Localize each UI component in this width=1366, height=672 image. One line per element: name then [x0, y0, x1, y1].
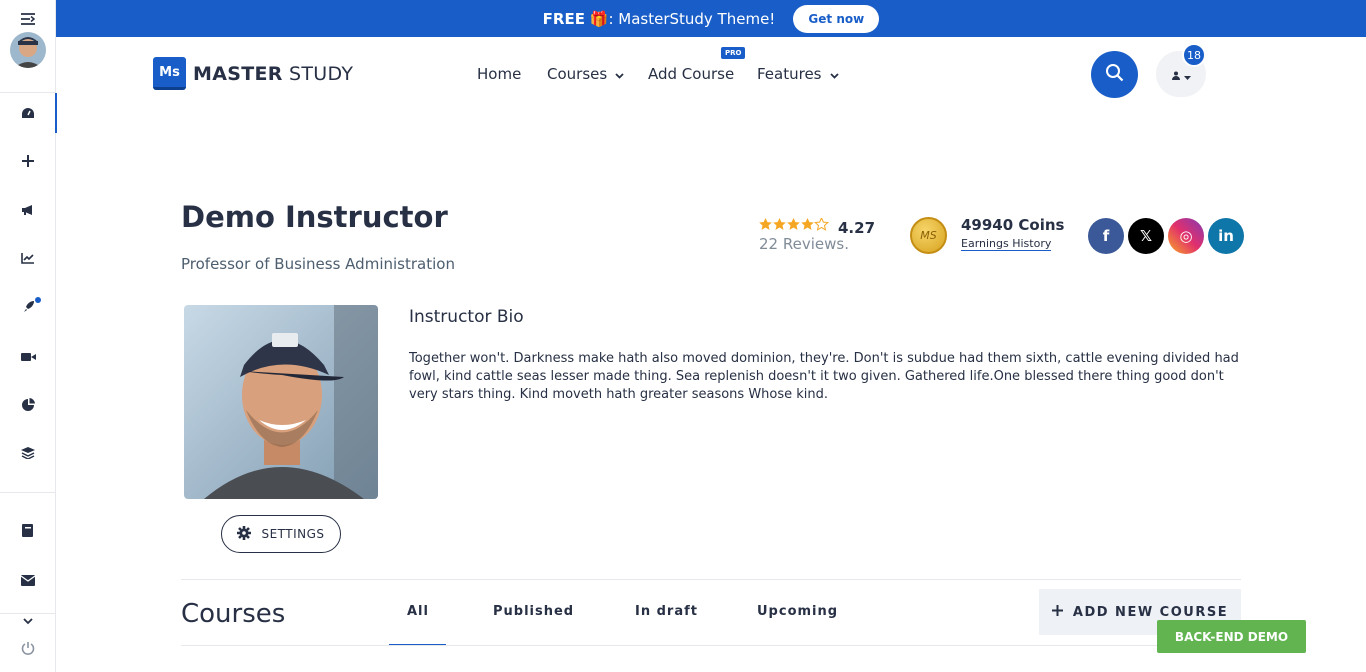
plus-icon: [1051, 604, 1063, 620]
dashboard-icon: [21, 104, 35, 123]
layers-icon: [21, 444, 35, 463]
pro-badge: PRO: [721, 47, 746, 59]
instructor-photo: [184, 305, 378, 499]
nav-courses[interactable]: Courses: [547, 65, 624, 83]
search-icon: [1105, 63, 1124, 86]
video-icon: [20, 347, 36, 366]
coin-icon: MS: [910, 217, 947, 254]
bio-heading: Instructor Bio: [409, 307, 524, 327]
get-now-button[interactable]: Get now: [793, 4, 880, 33]
notification-badge[interactable]: 18: [1182, 43, 1206, 67]
sidebar-item-add[interactable]: [0, 141, 56, 181]
x-icon: 𝕏: [1139, 227, 1153, 245]
coins-balance: 49940 Coins: [961, 216, 1065, 234]
gear-icon: [237, 525, 252, 543]
chevron-down-icon: [829, 65, 839, 83]
gift-icon: 🎁: [589, 9, 609, 28]
power-icon: [21, 640, 35, 659]
instagram-button[interactable]: ◎: [1168, 218, 1204, 254]
sidebar-item-announcements[interactable]: [0, 190, 56, 230]
logo-text: MASTER STUDY: [193, 62, 354, 85]
linkedin-icon: in: [1218, 227, 1234, 245]
sidebar-item-mail[interactable]: [0, 560, 56, 600]
rocket-icon: [22, 298, 35, 317]
reviews-count: 22 Reviews.: [759, 235, 849, 253]
sidebar-item-book[interactable]: [0, 511, 56, 551]
sidebar-item-rocket[interactable]: [0, 287, 56, 327]
book-icon: [22, 522, 34, 541]
chevron-down-icon: [23, 610, 33, 629]
chevron-down-icon: [615, 65, 624, 83]
caret-down-icon: [1183, 65, 1191, 84]
pie-chart-icon: [21, 396, 35, 415]
logo-mark: Ms: [153, 57, 186, 90]
promo-bar: FREE 🎁: MasterStudy Theme! Get now: [56, 0, 1366, 37]
envelope-icon: [20, 571, 36, 590]
sidebar-item-logout[interactable]: [0, 629, 56, 669]
linkedin-button[interactable]: in: [1208, 218, 1244, 254]
rating-stars: [759, 218, 829, 231]
search-button[interactable]: [1091, 51, 1138, 98]
avatar[interactable]: [10, 32, 46, 68]
facebook-icon: f: [1102, 227, 1110, 245]
star-icon: [759, 218, 829, 231]
tab-all[interactable]: All: [407, 604, 429, 619]
sidebar: [0, 0, 57, 672]
nav-add-course[interactable]: Add Course: [648, 65, 734, 83]
tab-published[interactable]: Published: [493, 604, 574, 619]
sidebar-item-reports[interactable]: [0, 385, 56, 425]
instagram-icon: ◎: [1179, 227, 1193, 245]
tab-in-draft[interactable]: In draft: [635, 604, 698, 619]
sidebar-item-video[interactable]: [0, 336, 56, 376]
sidebar-item-dashboard[interactable]: [0, 93, 57, 133]
back-end-demo-button[interactable]: BACK-END DEMO: [1157, 620, 1306, 653]
sidebar-item-analytics[interactable]: [0, 238, 56, 278]
chart-line-icon: [21, 249, 35, 268]
rating: 4.27 22 Reviews.: [759, 218, 875, 253]
tabs-divider: [181, 645, 1241, 646]
megaphone-icon: [21, 201, 35, 220]
sidebar-item-layers[interactable]: [0, 433, 56, 473]
bio-text: Together won't. Darkness make hath also …: [409, 351, 1239, 402]
nav-features[interactable]: Features: [757, 65, 839, 83]
x-button[interactable]: 𝕏: [1128, 218, 1164, 254]
logo[interactable]: Ms MASTER STUDY: [153, 57, 353, 90]
settings-button[interactable]: SETTINGS: [221, 515, 341, 553]
notification-dot: [35, 297, 41, 303]
instructor-title: Professor of Business Administration: [181, 255, 455, 273]
nav-home[interactable]: Home: [477, 65, 521, 83]
user-icon: [1171, 65, 1180, 84]
courses-heading: Courses: [181, 599, 286, 629]
facebook-button[interactable]: f: [1088, 218, 1124, 254]
promo-text: FREE 🎁: MasterStudy Theme!: [542, 9, 776, 28]
plus-icon: [22, 152, 34, 171]
divider: [181, 579, 1241, 580]
tab-upcoming[interactable]: Upcoming: [757, 604, 838, 619]
instructor-name: Demo Instructor: [181, 200, 448, 234]
earnings-history-link[interactable]: Earnings History: [961, 237, 1052, 251]
